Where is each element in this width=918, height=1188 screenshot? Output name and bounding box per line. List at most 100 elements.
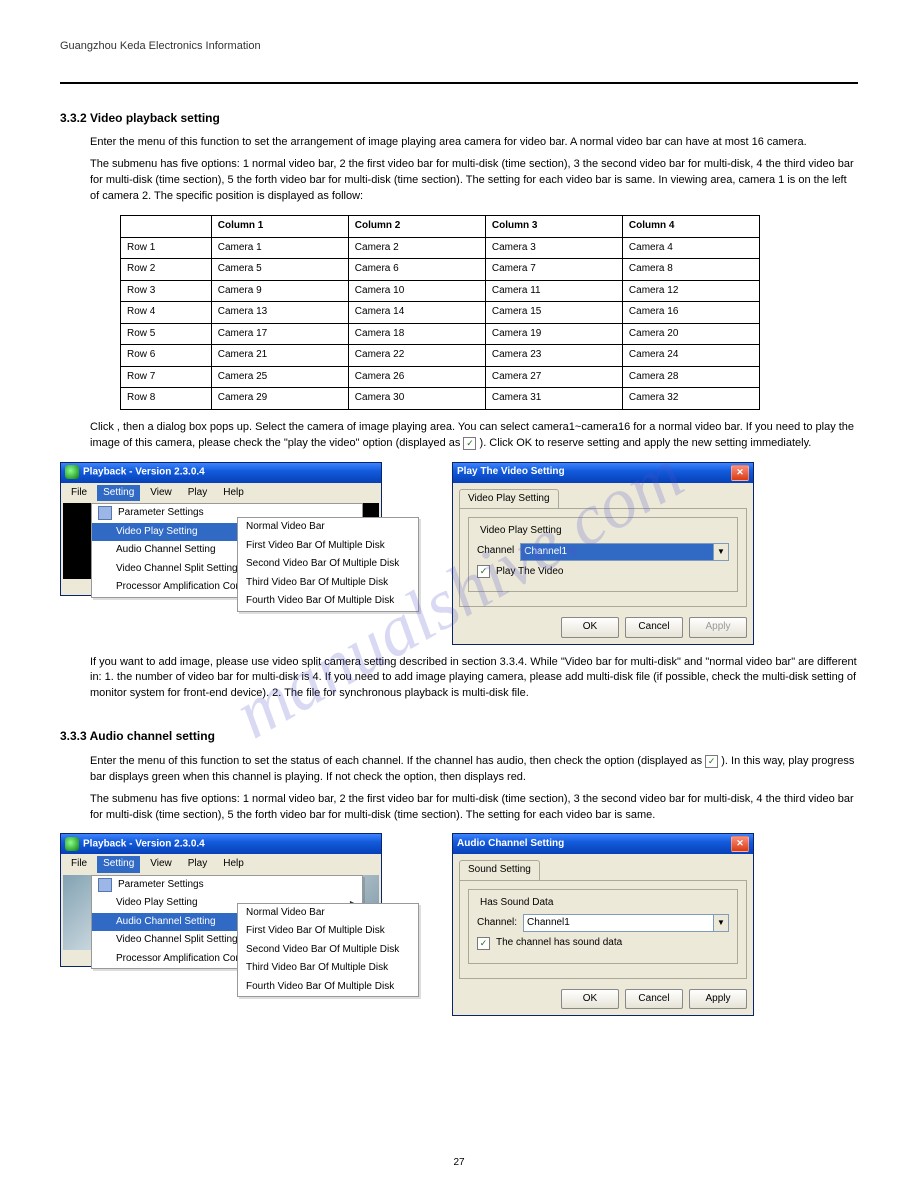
text: ). Click OK to reserve setting and apply…	[480, 437, 812, 449]
checkbox-icon: ✓	[705, 755, 718, 768]
app-window-screenshot: Playback - Version 2.3.0.4 File Setting …	[60, 833, 382, 967]
menu-help[interactable]: Help	[217, 485, 250, 502]
checkbox-has-sound[interactable]: ✓	[477, 937, 490, 950]
table-cell: Row 4	[121, 302, 212, 324]
table-cell: Camera 17	[211, 323, 348, 345]
submenu-item[interactable]: First Video Bar Of Multiple Disk	[238, 922, 418, 941]
menuitem-parameter-settings[interactable]: Parameter Settings	[92, 876, 362, 895]
fieldset-video-play: Video Play Setting Channel Channel1 ▼ ✓ …	[468, 517, 738, 592]
app-icon	[65, 837, 79, 851]
channel-combobox[interactable]: Channel1 ▼	[523, 914, 729, 932]
table-cell: Row 3	[121, 280, 212, 302]
table-cell: Camera 8	[622, 259, 759, 281]
menu-play[interactable]: Play	[182, 856, 213, 873]
table-cell: Camera 28	[622, 366, 759, 388]
submenu-item[interactable]: Normal Video Bar	[238, 904, 418, 923]
table-cell: Camera 15	[485, 302, 622, 324]
table-cell: Camera 30	[348, 388, 485, 410]
menu-view[interactable]: View	[144, 856, 178, 873]
table-cell: Camera 21	[211, 345, 348, 367]
ok-button[interactable]: OK	[561, 989, 619, 1010]
submenu-item[interactable]: Third Video Bar Of Multiple Disk	[238, 959, 418, 978]
label-channel: Channel	[477, 544, 514, 559]
paragraph: Enter the menu of this function to set t…	[90, 754, 858, 786]
table-cell: Camera 25	[211, 366, 348, 388]
combo-value: Channel1	[524, 915, 713, 931]
menu-setting[interactable]: Setting	[97, 485, 140, 502]
menu-view[interactable]: View	[144, 485, 178, 502]
cancel-button[interactable]: Cancel	[625, 989, 683, 1010]
paragraph: The submenu has five options: 1 normal v…	[90, 157, 858, 205]
table-cell: Camera 32	[622, 388, 759, 410]
submenu-item[interactable]: First Video Bar Of Multiple Disk	[238, 537, 418, 556]
cancel-button[interactable]: Cancel	[625, 617, 683, 638]
dialog-titlebar: Play The Video Setting ✕	[453, 463, 753, 483]
table-row: Row 2 Camera 5 Camera 6 Camera 7 Camera …	[121, 259, 760, 281]
table-cell: Camera 24	[622, 345, 759, 367]
section-heading-332: 3.3.2 Video playback setting	[60, 110, 858, 127]
checkbox-play-video[interactable]: ✓	[477, 565, 490, 578]
table-row: Row 7 Camera 25 Camera 26 Camera 27 Came…	[121, 366, 760, 388]
menuitem-label: Processor Amplification Control	[116, 580, 255, 595]
section-heading-333: 3.3.3 Audio channel setting	[60, 728, 858, 745]
ok-button[interactable]: OK	[561, 617, 619, 638]
apply-button[interactable]: Apply	[689, 989, 747, 1010]
apply-button[interactable]: Apply	[689, 617, 747, 638]
label-channel: Channel:	[477, 916, 517, 931]
combo-value: Channel1	[521, 544, 713, 560]
table-cell: Camera 16	[622, 302, 759, 324]
menuitem-label: Processor Amplification Control	[116, 952, 255, 967]
chevron-down-icon[interactable]: ▼	[713, 544, 728, 560]
tab-video-play-setting[interactable]: Video Play Setting	[459, 489, 559, 509]
window-titlebar: Playback - Version 2.3.0.4	[61, 834, 381, 854]
menuitem-label: Video Play Setting	[116, 525, 198, 540]
table-cell: Camera 29	[211, 388, 348, 410]
table-cell: Row 1	[121, 237, 212, 259]
submenu-item[interactable]: Fourth Video Bar Of Multiple Disk	[238, 592, 418, 611]
menubar: File Setting View Play Help	[61, 483, 381, 504]
table-cell: Camera 14	[348, 302, 485, 324]
table-cell: Camera 5	[211, 259, 348, 281]
submenu-item[interactable]: Third Video Bar Of Multiple Disk	[238, 574, 418, 593]
table-header: Column 2	[348, 216, 485, 238]
tab-sound-setting[interactable]: Sound Setting	[459, 860, 540, 880]
menuitem-label: Parameter Settings	[118, 878, 204, 893]
menu-file[interactable]: File	[65, 856, 93, 873]
settings-icon	[98, 506, 112, 520]
submenu-item[interactable]: Second Video Bar Of Multiple Disk	[238, 941, 418, 960]
menu-play[interactable]: Play	[182, 485, 213, 502]
settings-icon	[98, 878, 112, 892]
table-header: Column 1	[211, 216, 348, 238]
menu-setting[interactable]: Setting	[97, 856, 140, 873]
table-cell: Camera 19	[485, 323, 622, 345]
document-page: manualshive.com Guangzhou Keda Electroni…	[0, 0, 918, 1188]
table-row: Row 5 Camera 17 Camera 18 Camera 19 Came…	[121, 323, 760, 345]
text: Enter the menu of this function to set t…	[90, 755, 705, 767]
table-header: Column 3	[485, 216, 622, 238]
paragraph: The submenu has five options: 1 normal v…	[90, 792, 858, 824]
table-cell: Camera 10	[348, 280, 485, 302]
menu-file[interactable]: File	[65, 485, 93, 502]
table-row: Row 3 Camera 9 Camera 10 Camera 11 Camer…	[121, 280, 760, 302]
checkbox-label: The channel has sound data	[496, 936, 622, 951]
table-cell: Camera 23	[485, 345, 622, 367]
submenu-item[interactable]: Second Video Bar Of Multiple Disk	[238, 555, 418, 574]
submenu-audio-channel: Normal Video Bar First Video Bar Of Mult…	[237, 903, 419, 998]
table-cell: Camera 20	[622, 323, 759, 345]
menu-help[interactable]: Help	[217, 856, 250, 873]
table-cell: Camera 31	[485, 388, 622, 410]
submenu-item[interactable]: Normal Video Bar	[238, 518, 418, 537]
table-cell: Camera 27	[485, 366, 622, 388]
table-cell: Row 5	[121, 323, 212, 345]
table-cell: Camera 3	[485, 237, 622, 259]
close-icon[interactable]: ✕	[731, 465, 749, 481]
submenu-item[interactable]: Fourth Video Bar Of Multiple Disk	[238, 978, 418, 997]
table-cell: Camera 22	[348, 345, 485, 367]
submenu-video-play: Normal Video Bar First Video Bar Of Mult…	[237, 517, 419, 612]
close-icon[interactable]: ✕	[731, 836, 749, 852]
chevron-down-icon[interactable]: ▼	[713, 915, 728, 931]
menubar: File Setting View Play Help	[61, 854, 381, 875]
table-cell: Row 8	[121, 388, 212, 410]
table-cell: Camera 6	[348, 259, 485, 281]
channel-combobox[interactable]: Channel1 ▼	[520, 543, 729, 561]
